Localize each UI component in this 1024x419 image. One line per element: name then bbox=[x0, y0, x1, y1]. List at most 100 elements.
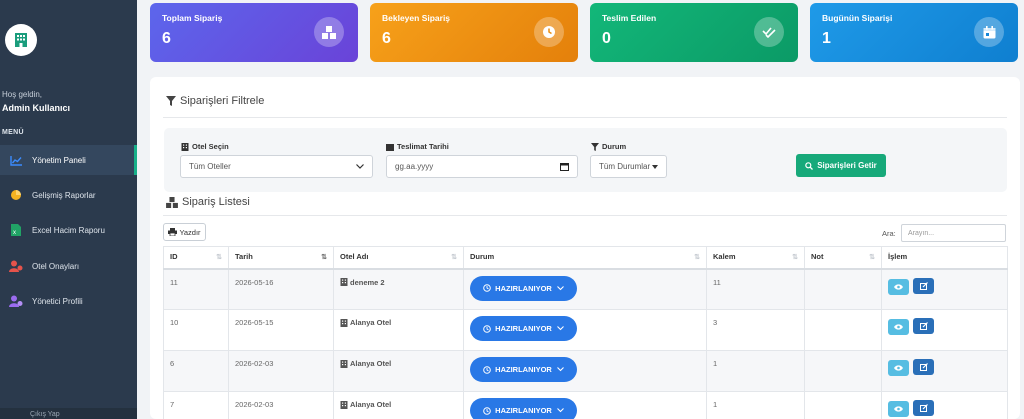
label-text: Durum bbox=[602, 142, 627, 151]
edit-button[interactable] bbox=[913, 400, 934, 416]
table-row: 7 2026-02-03 Alanya Otel HAZIRLANIYOR 1 bbox=[163, 391, 1008, 419]
status-select[interactable]: Tüm Durumlar bbox=[590, 155, 667, 178]
status-label: HAZIRLANIYOR bbox=[495, 324, 552, 333]
hotel-name: Alanya Otel bbox=[350, 400, 392, 409]
cell-date: 2026-02-03 bbox=[228, 391, 334, 419]
view-button[interactable] bbox=[888, 360, 909, 376]
sidebar-item-hotel-approvals[interactable]: Otel Onayları bbox=[0, 251, 137, 281]
clock-icon bbox=[483, 365, 491, 374]
sidebar-item-excel-report[interactable]: x Excel Hacim Raporu bbox=[0, 215, 137, 245]
building-icon bbox=[181, 142, 189, 151]
table-header-row: ID ⇅ Tarih ⇅ Otel Adı ⇅ Durum ⇅ Kalem ⇅ Not ⇅ … bbox=[163, 246, 1008, 270]
sidebar-item-admin-profile[interactable]: Yönetici Profili bbox=[0, 286, 137, 316]
chevron-down-icon bbox=[556, 408, 564, 413]
sidebar-item-label: Excel Hacim Raporu bbox=[32, 225, 105, 235]
edit-icon bbox=[919, 281, 928, 290]
welcome-text: Hoş geldin, bbox=[2, 90, 43, 99]
sidebar: Hoş geldin, Admin Kullanıcı MENÜ Yönetim… bbox=[0, 0, 137, 419]
cell-items: 1 bbox=[706, 350, 805, 392]
view-button[interactable] bbox=[888, 319, 909, 335]
stat-card-pending-orders: Bekleyen Sipariş 6 bbox=[370, 3, 578, 62]
edit-button[interactable] bbox=[913, 277, 934, 294]
status-dropdown-button[interactable]: HAZIRLANIYOR bbox=[470, 357, 577, 382]
cell-id: 10 bbox=[163, 309, 229, 351]
hotel-name: Alanya Otel bbox=[350, 318, 392, 327]
hotel-logo-icon[interactable] bbox=[5, 24, 37, 56]
cell-items: 11 bbox=[706, 268, 805, 310]
column-header-date[interactable]: Tarih ⇅ bbox=[228, 246, 334, 270]
svg-text:x: x bbox=[13, 230, 16, 236]
cell-date: 2026-02-03 bbox=[228, 350, 334, 392]
cell-status: HAZIRLANIYOR bbox=[463, 309, 707, 351]
cell-note bbox=[804, 309, 882, 351]
edit-icon bbox=[919, 322, 928, 330]
chevron-down-icon bbox=[556, 367, 564, 372]
boxes-icon bbox=[314, 17, 344, 47]
table-row: 6 2026-02-03 Alanya Otel HAZIRLANIYOR 1 bbox=[163, 350, 1008, 392]
status-select-value: Tüm Durumlar bbox=[599, 162, 651, 171]
cell-hotel: deneme 2 bbox=[333, 268, 464, 310]
status-dropdown-button[interactable]: HAZIRLANIYOR bbox=[470, 316, 577, 341]
column-header-note[interactable]: Not ⇅ bbox=[804, 246, 882, 270]
user-check-icon bbox=[9, 259, 23, 273]
line-chart-icon bbox=[9, 153, 23, 167]
column-header-items[interactable]: Kalem ⇅ bbox=[706, 246, 805, 270]
username: Admin Kullanıcı bbox=[2, 103, 71, 113]
edit-button[interactable] bbox=[913, 359, 934, 375]
label-text: Teslimat Tarihi bbox=[397, 142, 449, 151]
sidebar-item-dashboard[interactable]: Yönetim Paneli bbox=[0, 145, 137, 175]
status-dropdown-button[interactable]: HAZIRLANIYOR bbox=[470, 398, 577, 419]
cell-status: HAZIRLANIYOR bbox=[463, 350, 707, 392]
print-button[interactable]: Yazdır bbox=[163, 223, 206, 241]
edit-button[interactable] bbox=[913, 318, 934, 334]
cell-note bbox=[804, 268, 882, 310]
cell-items: 1 bbox=[706, 391, 805, 419]
sidebar-item-label: Otel Onayları bbox=[32, 261, 80, 271]
date-placeholder: gg.aa.yyyy bbox=[395, 162, 434, 171]
view-button[interactable] bbox=[888, 401, 909, 417]
sidebar-item-label: Yönetim Paneli bbox=[32, 155, 86, 165]
cell-hotel: Alanya Otel bbox=[333, 309, 464, 351]
cell-actions bbox=[881, 268, 1008, 310]
status-label: HAZIRLANIYOR bbox=[495, 406, 552, 415]
button-label: Siparişleri Getir bbox=[817, 161, 877, 170]
chevron-down-icon bbox=[556, 326, 564, 331]
pie-chart-icon bbox=[9, 188, 23, 202]
sort-icon: ⇅ bbox=[451, 254, 457, 261]
stat-card-total-orders: Toplam Sipariş 6 bbox=[150, 3, 358, 62]
status-label: HAZIRLANIYOR bbox=[495, 365, 552, 374]
cell-status: HAZIRLANIYOR bbox=[463, 391, 707, 419]
cell-id: 7 bbox=[163, 391, 229, 419]
eye-icon bbox=[894, 283, 903, 290]
delivery-date-input[interactable]: gg.aa.yyyy bbox=[386, 155, 578, 178]
filter-section-title: Siparişleri Filtrele bbox=[166, 95, 264, 107]
column-header-hotel[interactable]: Otel Adı ⇅ bbox=[333, 246, 464, 270]
calendar-icon bbox=[386, 143, 394, 151]
hotel-select-value: Tüm Oteller bbox=[189, 162, 231, 171]
sort-desc-icon: ⇅ bbox=[321, 254, 327, 261]
eye-icon bbox=[894, 406, 903, 412]
search-icon bbox=[805, 161, 814, 170]
building-icon bbox=[340, 400, 348, 409]
cell-note bbox=[804, 350, 882, 392]
filter-title-text: Siparişleri Filtrele bbox=[180, 95, 265, 107]
view-button[interactable] bbox=[888, 278, 909, 295]
clock-icon bbox=[483, 324, 491, 333]
hotel-name: deneme 2 bbox=[350, 277, 385, 287]
hotel-name: Alanya Otel bbox=[350, 359, 392, 368]
cell-id: 11 bbox=[163, 268, 229, 310]
printer-icon bbox=[168, 228, 178, 236]
column-header-status[interactable]: Durum ⇅ bbox=[463, 246, 707, 270]
hotel-select[interactable]: Tüm Oteller bbox=[180, 155, 373, 178]
fetch-orders-button[interactable]: Siparişleri Getir bbox=[796, 154, 886, 177]
column-header-id[interactable]: ID ⇅ bbox=[163, 246, 229, 270]
cell-items: 3 bbox=[706, 309, 805, 351]
logout-link[interactable]: Çıkış Yap bbox=[0, 408, 137, 419]
search-input[interactable]: Arayın... bbox=[901, 224, 1006, 242]
building-icon bbox=[340, 359, 348, 368]
sidebar-item-reports[interactable]: Gelişmiş Raporlar bbox=[0, 180, 137, 210]
status-dropdown-button[interactable]: HAZIRLANIYOR bbox=[470, 275, 577, 301]
calendar-picker-icon[interactable] bbox=[560, 162, 569, 171]
sort-icon: ⇅ bbox=[216, 254, 222, 261]
clock-icon bbox=[483, 406, 491, 415]
